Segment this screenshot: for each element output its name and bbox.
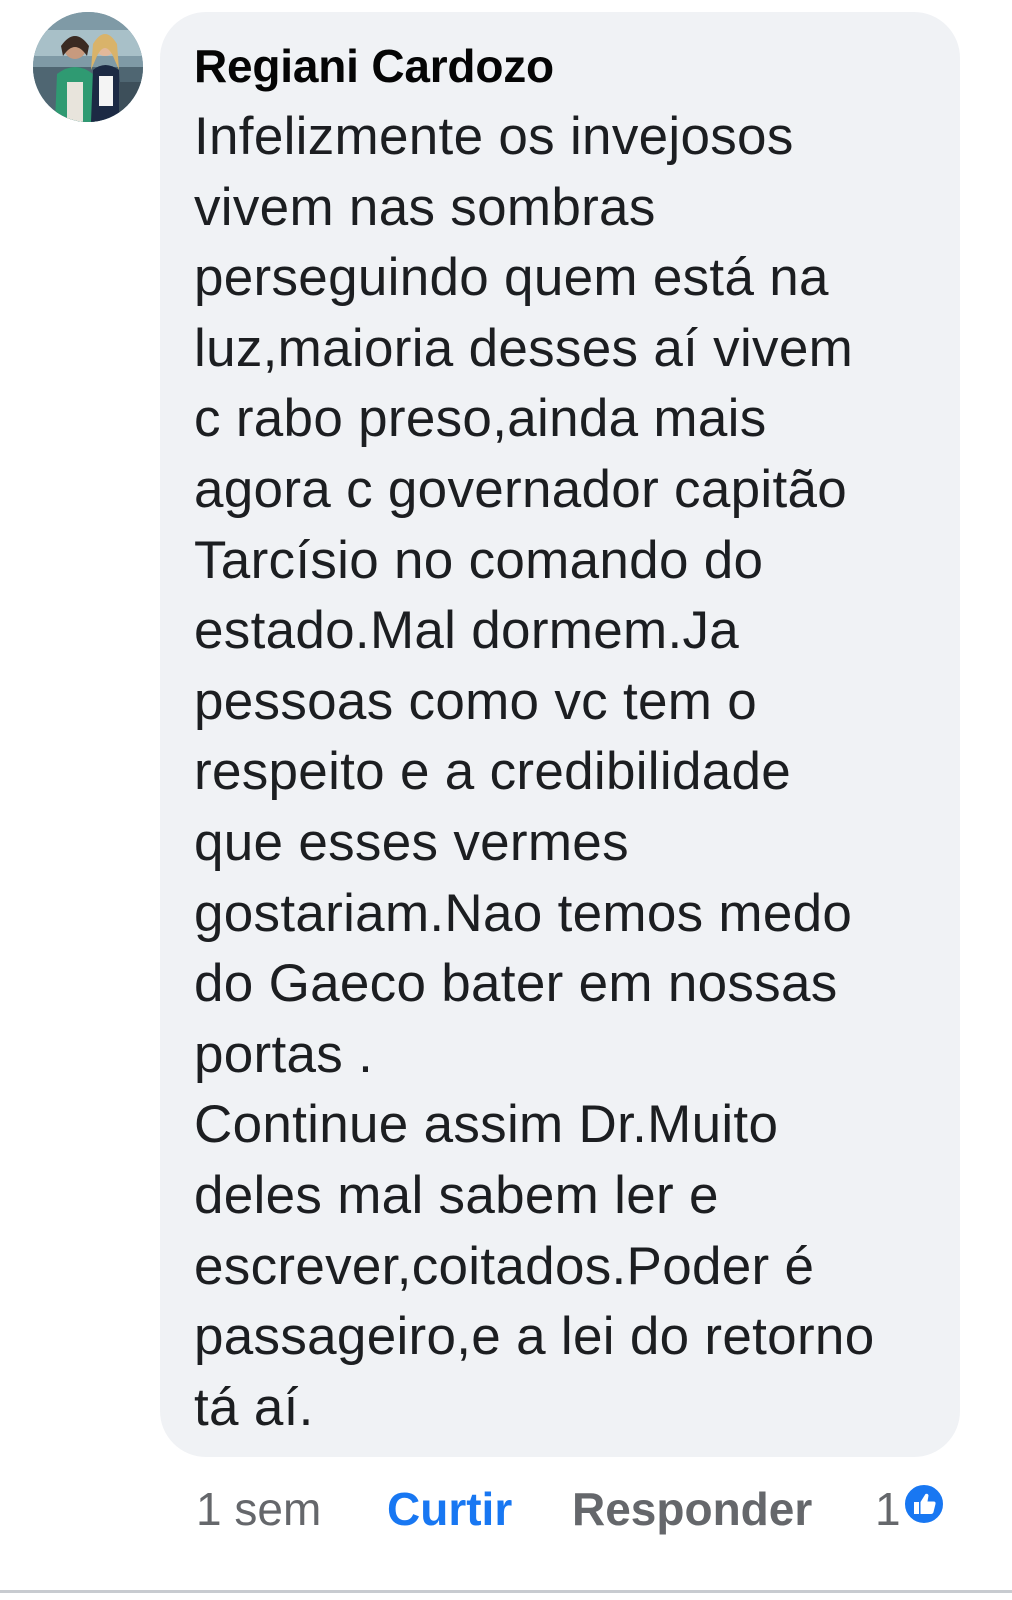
like-button[interactable]: Curtir — [387, 1478, 512, 1540]
reply-button[interactable]: Responder — [572, 1478, 812, 1540]
avatar[interactable] — [33, 12, 143, 122]
comment-timestamp[interactable]: 1 sem — [196, 1478, 321, 1540]
comment-text: Infelizmente os invejosos vivem nas somb… — [194, 107, 875, 1437]
comment-bubble: Regiani Cardozo Infelizmente os invejoso… — [160, 12, 960, 1457]
comment-screen: Regiani Cardozo Infelizmente os invejoso… — [0, 0, 1012, 1600]
comment-author[interactable]: Regiani Cardozo — [194, 38, 940, 94]
comment-actions: 1 sem Curtir Responder 1 — [0, 1478, 1012, 1548]
reaction-summary[interactable]: 1 — [875, 1478, 945, 1540]
divider — [0, 1590, 1012, 1593]
reaction-count: 1 — [875, 1483, 901, 1535]
thumbs-up-icon — [902, 1483, 945, 1525]
avatar-photo — [33, 12, 143, 122]
